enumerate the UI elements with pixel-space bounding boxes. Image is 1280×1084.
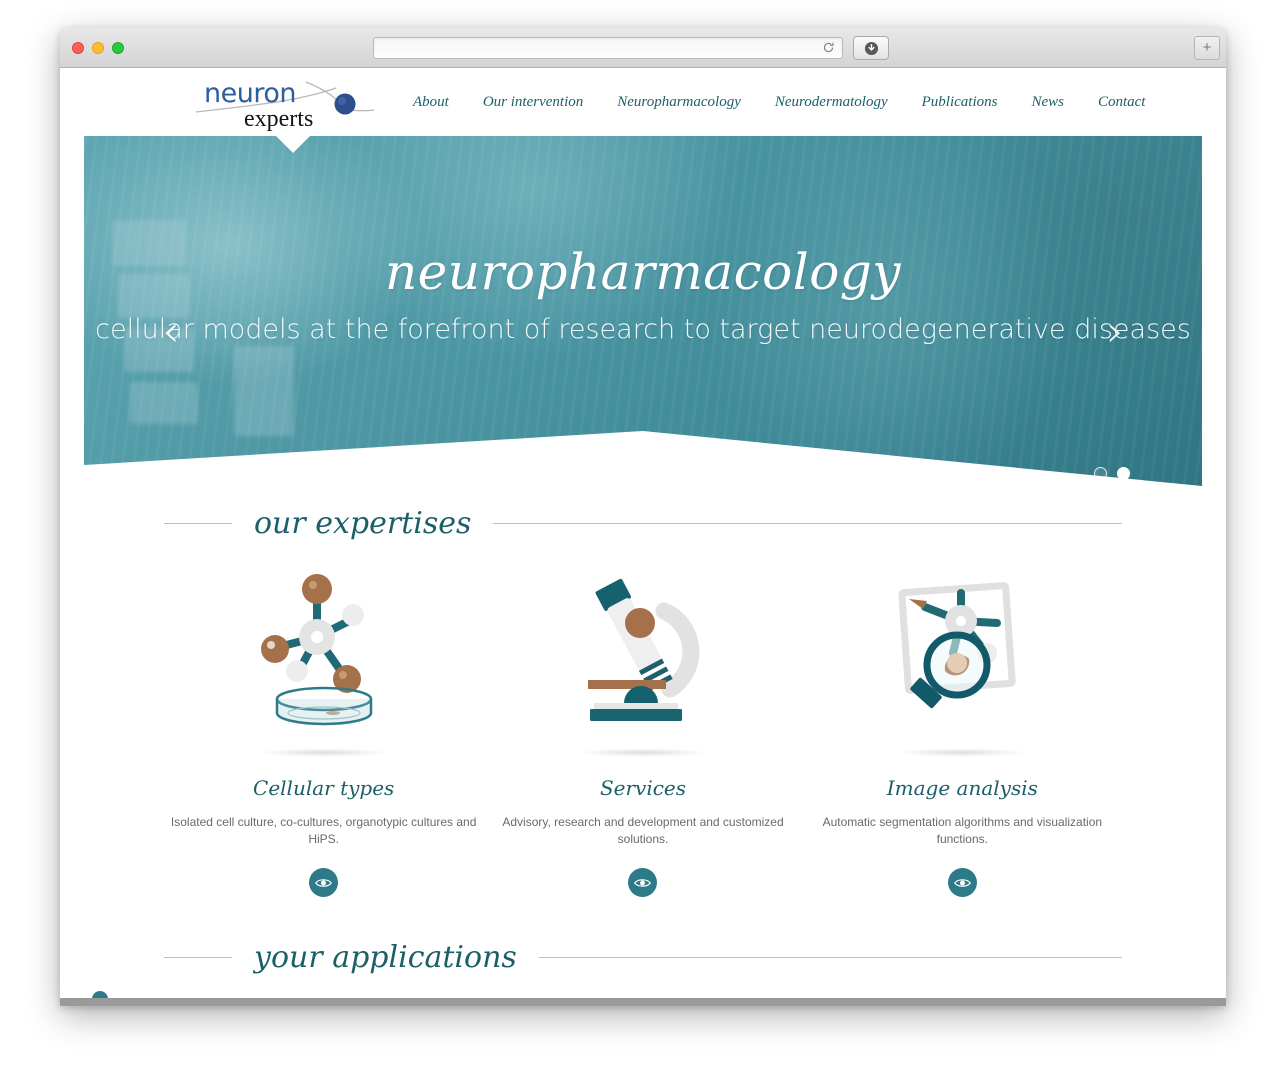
hero-text-block: neuropharmacology cellular models at the… xyxy=(84,246,1202,349)
expertise-title: Image analysis xyxy=(886,776,1038,800)
expertise-card-services[interactable]: Services Advisory, research and developm… xyxy=(483,567,802,898)
svg-text:neuron: neuron xyxy=(204,78,296,109)
nav-item-neuropharmacology[interactable]: Neuropharmacology xyxy=(600,94,758,111)
image-analysis-magnifier-icon xyxy=(803,567,1122,742)
reload-icon[interactable] xyxy=(821,41,836,56)
minimize-window-button[interactable] xyxy=(92,42,104,54)
expertise-description: Isolated cell culture, co-cultures, orga… xyxy=(170,815,477,847)
page-viewport: neuron experts About Our intervention Ne… xyxy=(60,68,1226,1006)
expertises-row: Cellular types Isolated cell culture, co… xyxy=(164,567,1122,898)
window-controls xyxy=(72,42,124,54)
new-tab-button[interactable]: + xyxy=(1194,36,1220,60)
eye-icon xyxy=(315,878,333,887)
reload-glyph xyxy=(823,42,834,53)
heading-rule-right xyxy=(493,522,1122,524)
hero-carousel: neuropharmacology cellular models at the… xyxy=(84,136,1202,501)
applications-section-heading: your applications xyxy=(164,935,1122,979)
download-icon xyxy=(864,41,878,55)
carousel-dots xyxy=(1094,467,1130,480)
icon-shadow xyxy=(897,748,1028,757)
applications-heading-text: your applications xyxy=(254,939,517,975)
eye-icon xyxy=(953,878,971,887)
microscope-glyph xyxy=(587,578,700,721)
carousel-next-arrow-icon[interactable]: › xyxy=(1106,306,1124,357)
carousel-dot-2[interactable] xyxy=(1117,467,1130,480)
molecule-petri-dish-icon xyxy=(164,567,483,742)
neuron-experts-logo-icon: neuron experts xyxy=(195,78,375,132)
icon-shadow xyxy=(577,748,708,757)
maximize-window-button[interactable] xyxy=(112,42,124,54)
nav-item-neurodermatology[interactable]: Neurodermatology xyxy=(758,94,905,111)
carousel-prev-arrow-icon[interactable]: ‹ xyxy=(162,306,180,357)
heading-rule-left xyxy=(164,522,232,524)
molecule-petri-dish-glyph xyxy=(260,574,372,726)
hero-subtitle: cellular models at the forefront of rese… xyxy=(95,313,1191,345)
heading-rule-left xyxy=(164,956,232,958)
expertise-description: Automatic segmentation algorithms and vi… xyxy=(822,815,1103,847)
expertise-title: Cellular types xyxy=(253,776,395,800)
microscope-icon xyxy=(483,567,802,742)
nav-item-news[interactable]: News xyxy=(1014,94,1081,111)
browser-toolbar: + xyxy=(60,28,1226,68)
nav-item-our-intervention[interactable]: Our intervention xyxy=(466,94,600,111)
expertise-card-cellular-types[interactable]: Cellular types Isolated cell culture, co… xyxy=(164,567,483,898)
address-bar[interactable] xyxy=(373,37,843,59)
icon-shadow xyxy=(258,748,389,757)
expertise-view-button[interactable] xyxy=(947,868,977,898)
eye-icon xyxy=(634,878,652,887)
site-header: neuron experts About Our intervention Ne… xyxy=(60,68,1226,136)
expertises-heading-text: our expertises xyxy=(254,505,472,541)
nav-item-about[interactable]: About xyxy=(396,94,466,111)
hero-decor-block xyxy=(130,382,198,424)
hero-decor-block xyxy=(234,346,294,436)
nav-item-publications[interactable]: Publications xyxy=(905,94,1015,111)
close-window-button[interactable] xyxy=(72,42,84,54)
browser-window: + neuron experts About Our intervention … xyxy=(60,28,1226,1006)
expertise-description: Advisory, research and development and c… xyxy=(502,815,784,847)
heading-rule-right xyxy=(538,956,1122,958)
expertises-section-heading: our expertises xyxy=(164,501,1122,545)
page-fold-edge xyxy=(60,998,1226,1006)
main-nav: About Our intervention Neuropharmacology… xyxy=(396,68,1162,136)
expertise-view-button[interactable] xyxy=(309,868,339,898)
image-analysis-glyph xyxy=(898,582,1016,709)
carousel-dot-1[interactable] xyxy=(1094,467,1107,480)
download-button[interactable] xyxy=(853,36,889,60)
expertise-view-button[interactable] xyxy=(628,868,658,898)
site-logo[interactable]: neuron experts xyxy=(186,76,382,132)
nav-item-contact[interactable]: Contact xyxy=(1081,94,1163,111)
svg-text:experts: experts xyxy=(244,106,313,132)
expertise-card-image-analysis[interactable]: Image analysis Automatic segmentation al… xyxy=(803,567,1122,898)
hero-title: neuropharmacology xyxy=(384,243,902,301)
expertise-title: Services xyxy=(599,776,687,800)
